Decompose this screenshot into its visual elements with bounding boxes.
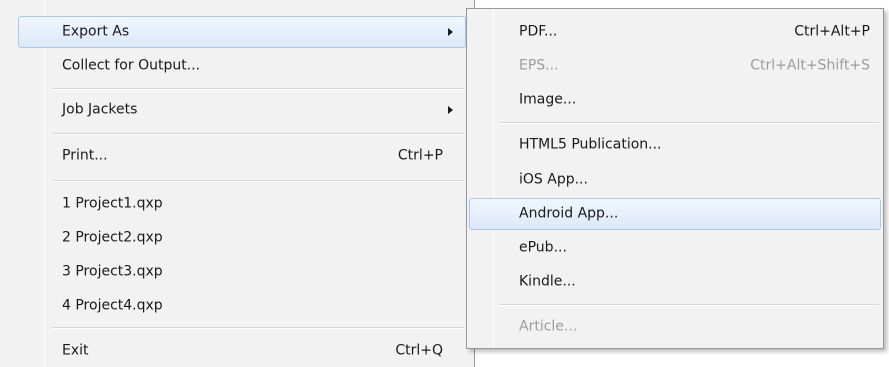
menu-item-label: Exit xyxy=(62,342,89,359)
submenu-separator xyxy=(499,304,879,306)
submenu-arrow-icon xyxy=(448,106,453,114)
menu-item-shortcut: Ctrl+Q xyxy=(395,342,443,359)
submenu-item-shortcut: Ctrl+Alt+P xyxy=(794,23,870,40)
submenu-item-label: EPS... xyxy=(519,57,559,74)
submenu-item-kindle[interactable]: Kindle... xyxy=(469,266,881,298)
submenu-item-label: PDF... xyxy=(519,23,558,40)
menu-separator xyxy=(52,133,464,135)
menu-item-export-as[interactable]: Export As xyxy=(18,16,466,48)
submenu-item-label: Image... xyxy=(519,91,577,108)
file-menu: Export As Collect for Output... Job Jack… xyxy=(0,0,475,367)
submenu-arrow-icon xyxy=(448,28,453,36)
menu-item-label: Print... xyxy=(62,147,108,164)
menu-item-exit[interactable]: Exit Ctrl+Q xyxy=(18,335,466,367)
menu-item-recent-project1[interactable]: 1 Project1.qxp xyxy=(18,188,466,220)
submenu-item-pdf[interactable]: PDF... Ctrl+Alt+P xyxy=(469,16,881,48)
submenu-item-image[interactable]: Image... xyxy=(469,84,881,116)
submenu-item-shortcut: Ctrl+Alt+Shift+S xyxy=(750,57,870,74)
menu-item-shortcut: Ctrl+P xyxy=(397,147,443,164)
menu-separator xyxy=(52,327,464,329)
menu-item-label: Collect for Output... xyxy=(62,57,201,74)
submenu-item-label: ePub... xyxy=(519,239,567,256)
menu-item-collect-for-output[interactable]: Collect for Output... xyxy=(18,50,466,82)
menu-item-job-jackets[interactable]: Job Jackets xyxy=(18,94,466,126)
submenu-item-label: Article... xyxy=(519,318,578,335)
menu-separator xyxy=(52,180,464,182)
submenu-item-label: HTML5 Publication... xyxy=(519,136,662,153)
submenu-item-epub[interactable]: ePub... xyxy=(469,232,881,264)
submenu-separator xyxy=(499,122,879,124)
menu-item-recent-project3[interactable]: 3 Project3.qxp xyxy=(18,256,466,288)
menu-item-label: Job Jackets xyxy=(62,101,138,118)
menu-item-label: 2 Project2.qxp xyxy=(62,229,163,246)
submenu-item-label: Kindle... xyxy=(519,273,576,290)
menu-item-recent-project2[interactable]: 2 Project2.qxp xyxy=(18,222,466,254)
menu-item-label: Export As xyxy=(62,23,130,40)
submenu-item-label: iOS App... xyxy=(519,171,588,188)
submenu-item-label: Android App... xyxy=(519,205,619,222)
menu-item-recent-project4[interactable]: 4 Project4.qxp xyxy=(18,290,466,322)
submenu-item-ios-app[interactable]: iOS App... xyxy=(469,164,881,196)
menu-separator xyxy=(52,88,464,90)
menu-item-label: 3 Project3.qxp xyxy=(62,263,163,280)
menu-item-label: 1 Project1.qxp xyxy=(62,195,163,212)
submenu-item-eps[interactable]: EPS... Ctrl+Alt+Shift+S xyxy=(469,50,881,82)
submenu-item-html5-publication[interactable]: HTML5 Publication... xyxy=(469,129,881,161)
menu-item-print[interactable]: Print... Ctrl+P xyxy=(18,140,466,172)
menu-item-label: 4 Project4.qxp xyxy=(62,297,163,314)
submenu-item-article[interactable]: Article... xyxy=(469,311,881,343)
export-as-submenu: PDF... Ctrl+Alt+P EPS... Ctrl+Alt+Shift+… xyxy=(466,8,884,349)
submenu-item-android-app[interactable]: Android App... xyxy=(469,198,881,230)
